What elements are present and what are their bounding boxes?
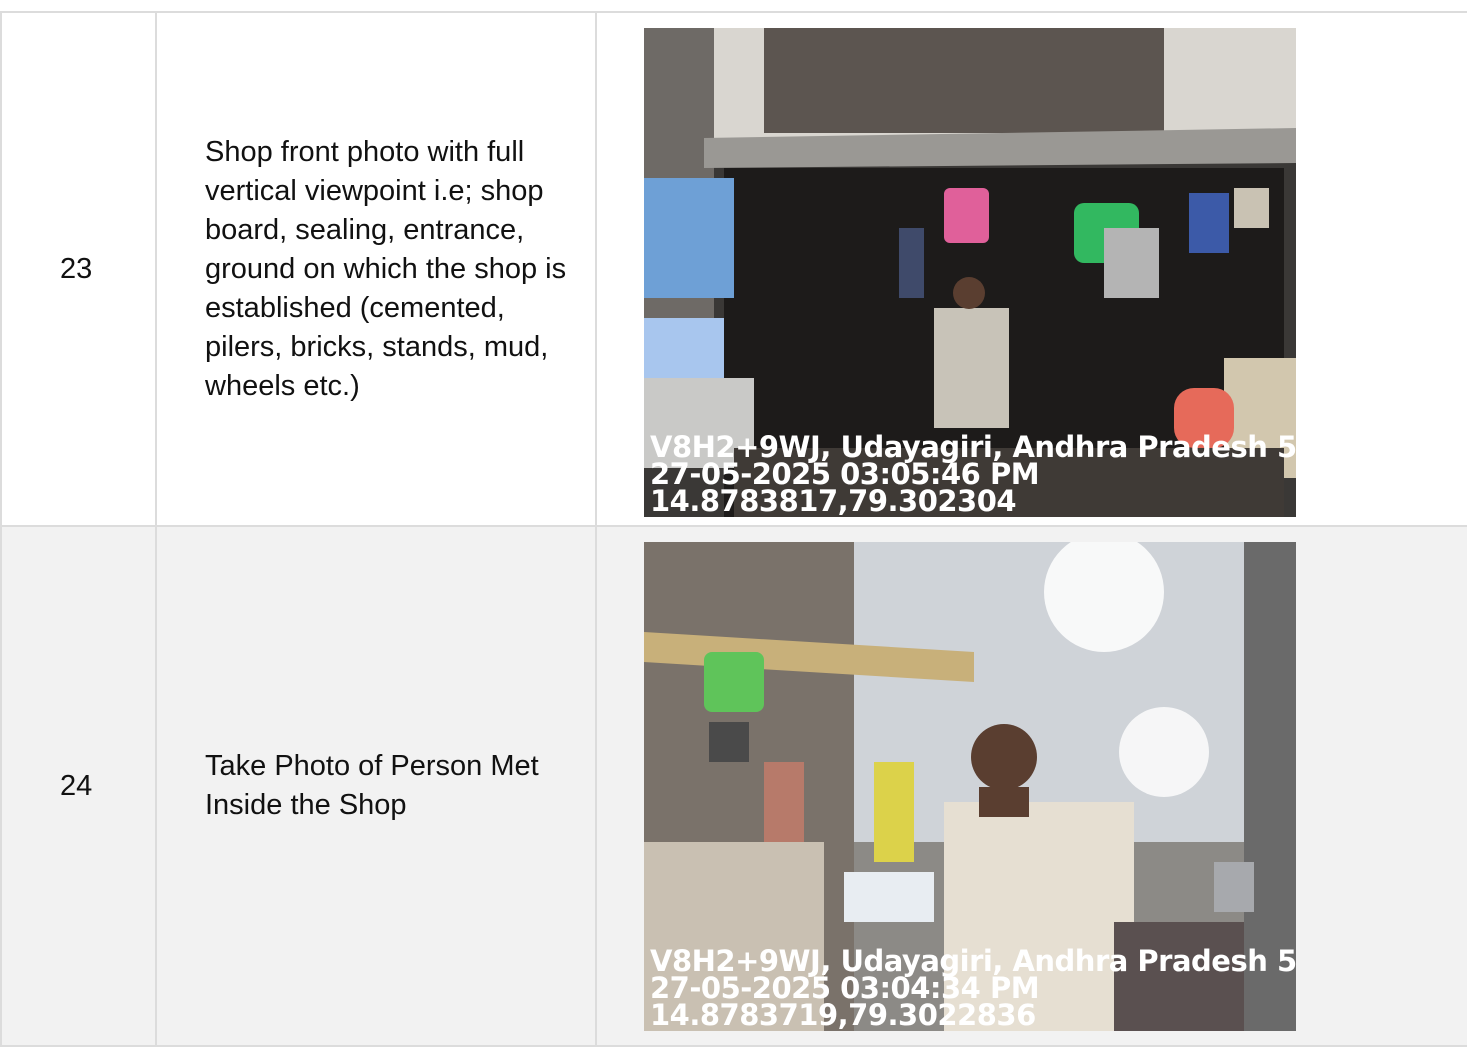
row-number: 24 xyxy=(0,525,157,1047)
table-row: 23 Shop front photo with full vertical v… xyxy=(0,11,1467,527)
shop-front-photo[interactable]: V8H2+9WJ, Udayagiri, Andhra Pradesh 5242… xyxy=(644,28,1296,517)
stamp-coords: 14.8783719,79.3022836 xyxy=(650,998,1036,1031)
photo-cell: V8H2+9WJ, Udayagiri, Andhra Pradesh 5242… xyxy=(595,525,1467,1047)
photo-timestamp-overlay: V8H2+9WJ, Udayagiri, Andhra Pradesh 5242… xyxy=(650,433,1296,517)
photo-timestamp-overlay: V8H2+9WJ, Udayagiri, Andhra Pradesh 5242… xyxy=(650,947,1296,1031)
row-description: Shop front photo with full vertical view… xyxy=(155,11,597,527)
row-number: 23 xyxy=(0,11,157,527)
report-table: 23 Shop front photo with full vertical v… xyxy=(0,11,1467,1047)
photo-cell: V8H2+9WJ, Udayagiri, Andhra Pradesh 5242… xyxy=(595,11,1467,527)
stamp-coords: 14.8783817,79.302304 xyxy=(650,484,1017,517)
table-row: 24 Take Photo of Person Met Inside the S… xyxy=(0,525,1467,1047)
person-inside-shop-photo[interactable]: V8H2+9WJ, Udayagiri, Andhra Pradesh 5242… xyxy=(644,542,1296,1031)
row-description: Take Photo of Person Met Inside the Shop xyxy=(155,525,597,1047)
